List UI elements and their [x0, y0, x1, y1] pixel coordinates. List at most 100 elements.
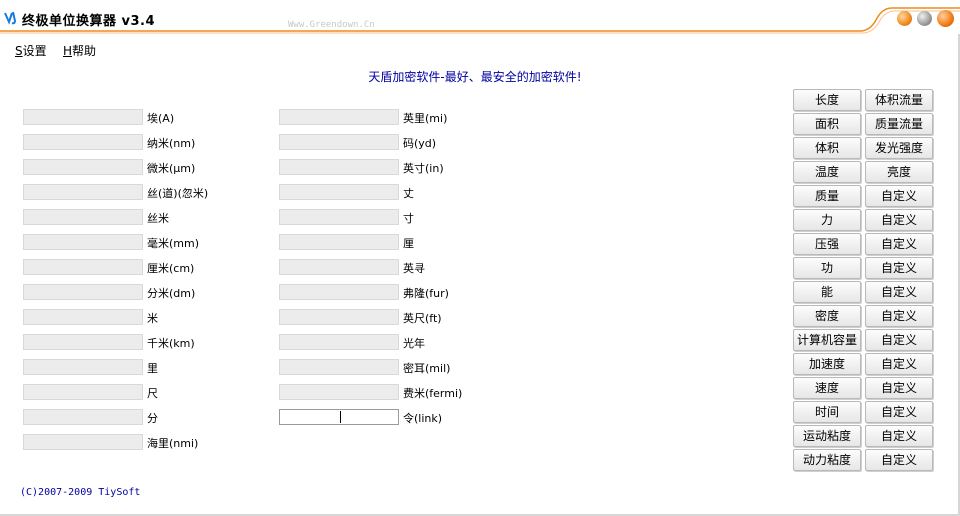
unit-input[interactable]: [279, 234, 399, 250]
category-button-alt-1[interactable]: 质量流量: [865, 113, 933, 135]
close-button[interactable]: [937, 10, 954, 27]
unit-label: 尺: [147, 387, 158, 400]
maximize-button[interactable]: [917, 11, 932, 26]
unit-input[interactable]: [23, 309, 143, 325]
category-button-8[interactable]: 能: [793, 281, 861, 303]
unit-label: 寸: [403, 212, 414, 225]
copyright: (C)2007-2009 TiySoft: [20, 487, 141, 498]
unit-input[interactable]: [279, 384, 399, 400]
menu-help[interactable]: H帮助: [63, 42, 96, 59]
menu-settings[interactable]: S设置: [15, 42, 47, 59]
category-button-7[interactable]: 功: [793, 257, 861, 279]
unit-label: 米: [147, 312, 158, 325]
category-button-0[interactable]: 长度: [793, 89, 861, 111]
unit-input[interactable]: [279, 284, 399, 300]
unit-label: 千米(km): [147, 337, 195, 350]
category-button-alt-11[interactable]: 自定义: [865, 353, 933, 375]
unit-input[interactable]: [23, 134, 143, 150]
category-button-alt-6[interactable]: 自定义: [865, 233, 933, 255]
unit-input[interactable]: [279, 359, 399, 375]
unit-input[interactable]: [279, 334, 399, 350]
category-button-alt-2[interactable]: 发光强度: [865, 137, 933, 159]
unit-input[interactable]: [279, 184, 399, 200]
unit-input[interactable]: [23, 209, 143, 225]
unit-label: 分米(dm): [147, 287, 196, 300]
category-button-1[interactable]: 面积: [793, 113, 861, 135]
category-button-4[interactable]: 质量: [793, 185, 861, 207]
category-button-11[interactable]: 加速度: [793, 353, 861, 375]
category-button-13[interactable]: 时间: [793, 401, 861, 423]
category-button-alt-14[interactable]: 自定义: [865, 425, 933, 447]
unit-input[interactable]: [23, 434, 143, 450]
unit-label: 丝(道)(忽米): [147, 187, 209, 200]
unit-label: 厘: [403, 237, 414, 250]
unit-label: 微米(μm): [147, 162, 196, 175]
category-button-alt-15[interactable]: 自定义: [865, 449, 933, 471]
unit-label: 分: [147, 412, 158, 425]
ad-banner-text: 天盾加密软件-最好、最安全的加密软件!: [368, 70, 582, 84]
menu-help-label: 帮助: [72, 44, 97, 58]
unit-input[interactable]: [23, 234, 143, 250]
unit-label: 丈: [403, 187, 414, 200]
unit-input[interactable]: [23, 409, 143, 425]
category-button-3[interactable]: 温度: [793, 161, 861, 183]
category-button-alt-9[interactable]: 自定义: [865, 305, 933, 327]
title-bar[interactable]: 终极单位换算器 v3.4 Www.Greendown.Cn: [0, 0, 960, 34]
unit-input[interactable]: [23, 159, 143, 175]
ad-banner[interactable]: 天盾加密软件-最好、最安全的加密软件!: [0, 68, 950, 85]
unit-label: 里: [147, 362, 158, 375]
category-button-2[interactable]: 体积: [793, 137, 861, 159]
menu-settings-label: 设置: [22, 44, 47, 58]
unit-input[interactable]: [279, 409, 399, 425]
category-button-10[interactable]: 计算机容量: [793, 329, 861, 351]
unit-label: 丝米: [147, 212, 169, 225]
unit-input[interactable]: [23, 109, 143, 125]
unit-label: 埃(A): [147, 112, 175, 125]
category-button-15[interactable]: 动力粘度: [793, 449, 861, 471]
unit-input[interactable]: [23, 384, 143, 400]
category-button-alt-7[interactable]: 自定义: [865, 257, 933, 279]
unit-label: 英寻: [403, 262, 425, 275]
unit-input[interactable]: [23, 284, 143, 300]
unit-label: 海里(nmi): [147, 437, 199, 450]
unit-label: 毫米(mm): [147, 237, 200, 250]
category-button-6[interactable]: 压强: [793, 233, 861, 255]
unit-label: 密耳(mil): [403, 362, 451, 375]
category-button-alt-13[interactable]: 自定义: [865, 401, 933, 423]
category-button-alt-5[interactable]: 自定义: [865, 209, 933, 231]
unit-label: 光年: [403, 337, 425, 350]
category-button-9[interactable]: 密度: [793, 305, 861, 327]
unit-input[interactable]: [279, 109, 399, 125]
category-button-alt-3[interactable]: 亮度: [865, 161, 933, 183]
category-button-alt-0[interactable]: 体积流量: [865, 89, 933, 111]
app-logo-icon: [4, 11, 17, 25]
category-button-alt-12[interactable]: 自定义: [865, 377, 933, 399]
unit-input[interactable]: [23, 184, 143, 200]
unit-label: 英里(mi): [403, 112, 448, 125]
unit-label: 英尺(ft): [403, 312, 442, 325]
category-button-alt-10[interactable]: 自定义: [865, 329, 933, 351]
unit-input[interactable]: [279, 209, 399, 225]
unit-label: 码(yd): [403, 137, 437, 150]
unit-input[interactable]: [279, 259, 399, 275]
text-caret: [340, 411, 341, 423]
category-button-12[interactable]: 速度: [793, 377, 861, 399]
menu-settings-key: S: [15, 44, 23, 58]
unit-label: 英寸(in): [403, 162, 444, 175]
menu-help-key: H: [63, 44, 73, 58]
unit-input[interactable]: [23, 259, 143, 275]
category-button-14[interactable]: 运动粘度: [793, 425, 861, 447]
category-button-alt-8[interactable]: 自定义: [865, 281, 933, 303]
app-title: 终极单位换算器 v3.4: [22, 14, 156, 29]
minimize-button[interactable]: [897, 11, 912, 26]
unit-label: 纳米(nm): [147, 137, 196, 150]
unit-input[interactable]: [279, 309, 399, 325]
unit-label: 厘米(cm): [147, 262, 195, 275]
unit-input[interactable]: [23, 334, 143, 350]
category-button-5[interactable]: 力: [793, 209, 861, 231]
unit-input[interactable]: [279, 159, 399, 175]
watermark: Www.Greendown.Cn: [288, 20, 375, 30]
unit-input[interactable]: [279, 134, 399, 150]
unit-input[interactable]: [23, 359, 143, 375]
category-button-alt-4[interactable]: 自定义: [865, 185, 933, 207]
